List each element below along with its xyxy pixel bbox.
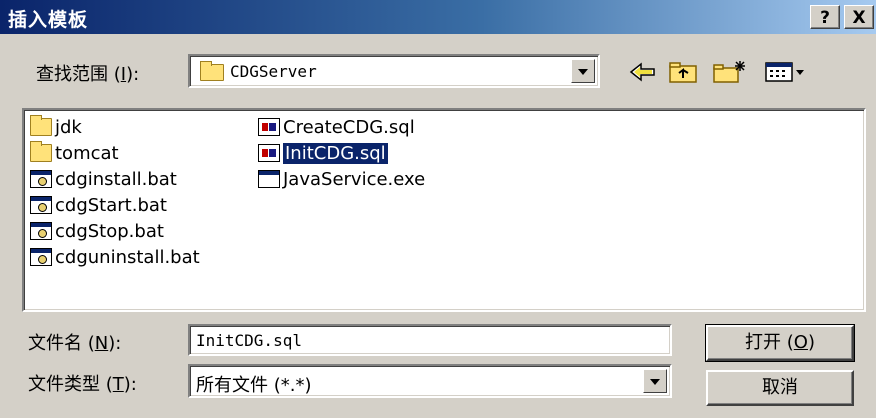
list-item[interactable]: JavaService.exe (258, 167, 425, 191)
back-arrow-icon[interactable] (628, 60, 658, 84)
filetype-dropdown[interactable]: 所有文件 (*.*) (188, 364, 672, 398)
file-name: tomcat (55, 142, 119, 164)
dialog-title: 插入模板 (8, 9, 89, 31)
batch-file-icon (30, 196, 52, 214)
open-button-label: 打开 (745, 332, 782, 353)
open-button-accel: O (793, 332, 808, 353)
new-folder-icon[interactable] (712, 60, 748, 84)
file-name: cdgStop.bat (55, 220, 164, 242)
file-name: cdginstall.bat (55, 168, 177, 190)
lookin-dropdown[interactable]: CDGServer (188, 54, 600, 88)
view-menu-icon[interactable] (764, 60, 806, 84)
folder-icon (30, 141, 52, 162)
list-item[interactable]: tomcat (30, 141, 119, 165)
file-name: CreateCDG.sql (283, 116, 415, 138)
open-button[interactable]: 打开 (O) (705, 324, 855, 362)
lookin-label: 查找范围 (I): (36, 64, 140, 85)
folder-icon (200, 61, 224, 81)
filename-input[interactable]: InitCDG.sql (188, 324, 672, 356)
batch-file-icon (30, 222, 52, 240)
cancel-button[interactable]: 取消 (706, 370, 854, 406)
folder-icon (30, 115, 52, 136)
file-name: InitCDG.sql (283, 142, 388, 164)
title-bar[interactable]: 插入模板 ? X (0, 0, 876, 34)
file-list[interactable]: jdk tomcat cdginstall.bat cdgStart.bat c… (22, 108, 866, 312)
filetype-label: 文件类型 (T): (28, 374, 137, 395)
list-item-selected[interactable]: InitCDG.sql (258, 141, 388, 165)
file-name: jdk (55, 116, 82, 138)
list-item[interactable]: jdk (30, 115, 82, 139)
lookin-dropdown-button[interactable] (571, 59, 595, 83)
list-item[interactable]: cdgStart.bat (30, 193, 167, 217)
sql-file-icon (258, 144, 280, 162)
list-item[interactable]: cdginstall.bat (30, 167, 177, 191)
sql-file-icon (258, 118, 280, 136)
list-item[interactable]: cdgStop.bat (30, 219, 164, 243)
lookin-value: CDGServer (230, 62, 317, 81)
close-button[interactable]: X (844, 5, 874, 29)
filetype-dropdown-button[interactable] (643, 369, 667, 393)
filename-label: 文件名 (N): (28, 333, 122, 354)
batch-file-icon (30, 170, 52, 188)
file-name: JavaService.exe (283, 168, 426, 190)
list-item[interactable]: cdguninstall.bat (30, 245, 200, 269)
file-name: cdgStart.bat (55, 194, 167, 216)
exe-file-icon (258, 170, 280, 188)
help-button[interactable]: ? (810, 5, 840, 29)
batch-file-icon (30, 248, 52, 266)
filetype-value: 所有文件 (*.*) (196, 375, 312, 396)
file-name: cdguninstall.bat (55, 246, 200, 268)
filename-value: InitCDG.sql (196, 331, 302, 350)
up-folder-icon[interactable] (668, 60, 700, 84)
list-item[interactable]: CreateCDG.sql (258, 115, 415, 139)
